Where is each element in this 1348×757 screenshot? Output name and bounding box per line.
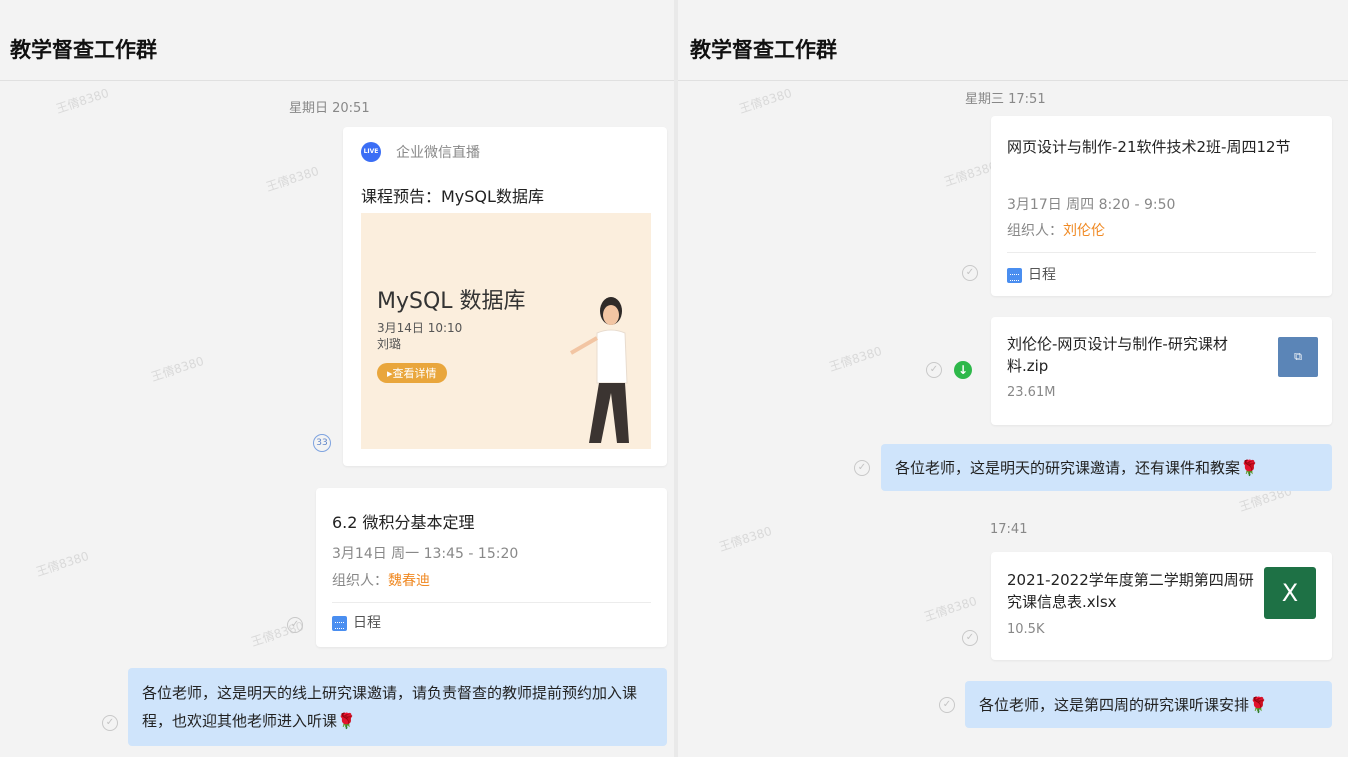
banner-detail-button: ▸查看详情 [377,363,447,383]
watermark: 王倩8380 [264,163,321,195]
chat-panel-left: 教学督查工作群 王倩8380 王倩8380 王倩8380 王倩8380 王倩83… [0,0,674,757]
chat-title: 教学督查工作群 [690,38,837,62]
message-timestamp: 17:41 [990,522,1028,537]
schedule-title: 6.2 微积分基本定理 [332,513,475,532]
read-status-icon: ✓ [102,715,118,731]
organizer-name[interactable]: 刘伦伦 [1063,223,1105,239]
file-card-zip[interactable]: 刘伦伦-网页设计与制作-研究课材料.zip 23.61M ⧉ [991,317,1332,425]
organizer-label: 组织人： [332,573,388,589]
read-status-icon: ✓ [287,617,303,633]
schedule-footer-label: 日程 [1028,267,1056,283]
organizer-label: 组织人： [1007,223,1063,239]
organizer-name[interactable]: 魏春迪 [388,573,430,589]
schedule-footer: 日程 [332,612,381,632]
schedule-card[interactable]: 网页设计与制作-21软件技术2班-周四12节 3月17日 周四 8:20 - 9… [991,116,1332,296]
schedule-time: 3月14日 周一 13:45 - 15:20 [332,546,519,562]
read-status-icon: ✓ [926,362,942,378]
watermark: 王倩8380 [922,593,979,625]
watermark: 王倩8380 [827,343,884,375]
read-status-icon: ✓ [962,265,978,281]
read-status-icon: ✓ [854,460,870,476]
schedule-organizer: 组织人：魏春迪 [332,570,430,590]
zip-file-icon: ⧉ [1278,337,1318,377]
banner-title: MySQL 数据库 [377,289,526,314]
rose-emoji: 🌹 [337,712,356,730]
read-status-icon: ✓ [962,630,978,646]
message-timestamp: 星期三 17:51 [965,92,1046,107]
calendar-icon [332,615,347,631]
schedule-organizer: 组织人：刘伦伦 [1007,220,1105,240]
watermark: 王倩8380 [149,353,206,385]
calendar-icon [1007,267,1022,283]
watermark: 王倩8380 [34,548,91,580]
watermark: 王倩8380 [54,85,111,117]
schedule-footer: 日程 [1007,264,1056,284]
live-broadcast-card[interactable]: LIVE 企业微信直播 课程预告：MySQL数据库 MySQL 数据库 3月14… [343,127,667,466]
file-size: 10.5K [1007,622,1045,637]
live-banner-image: MySQL 数据库 3月14日 10:10 刘璐 ▸查看详情 [361,213,651,449]
excel-file-icon: X [1264,567,1316,619]
live-source-label: 企业微信直播 [396,145,480,161]
file-card-xlsx[interactable]: 2021-2022学年度第二学期第四周研究课信息表.xlsx 10.5K X [991,552,1332,660]
banner-name: 刘璐 [377,337,402,351]
live-icon: LIVE [361,142,381,162]
file-size: 23.61M [1007,385,1056,400]
schedule-title: 网页设计与制作-21软件技术2班-周四12节 [1007,138,1291,156]
watermark: 王倩8380 [737,85,794,117]
schedule-card[interactable]: 6.2 微积分基本定理 3月14日 周一 13:45 - 15:20 组织人：魏… [316,488,667,647]
chat-panel-right: 教学督查工作群 王倩8380 王倩8380 王倩8380 王倩8380 王倩83… [678,0,1348,757]
banner-date: 3月14日 10:10 [377,321,463,335]
person-illustration [570,297,629,443]
message-text: 各位老师，这是明天的线上研究课邀请，请负责督查的教师提前预约加入课程，也欢迎其他… [142,684,638,730]
chat-title: 教学督查工作群 [10,38,157,62]
schedule-footer-label: 日程 [353,615,381,631]
download-icon[interactable]: ↓ [954,361,972,379]
read-status-icon: ✓ [939,697,955,713]
divider [1007,252,1316,253]
divider [332,602,651,603]
message-timestamp: 星期日 20:51 [289,101,370,116]
message-bubble[interactable]: 各位老师，这是第四周的研究课听课安排🌹 [965,681,1332,728]
read-count-badge[interactable]: 33 [313,434,331,452]
schedule-time: 3月17日 周四 8:20 - 9:50 [1007,197,1176,213]
live-card-heading: 课程预告：MySQL数据库 [361,187,544,206]
chat-header: 教学督查工作群 [678,0,1348,81]
message-text: 各位老师，这是第四周的研究课听课安排 [979,696,1250,714]
message-bubble[interactable]: 各位老师，这是明天的线上研究课邀请，请负责督查的教师提前预约加入课程，也欢迎其他… [128,668,667,746]
chat-header: 教学督查工作群 [0,0,674,81]
rose-emoji: 🌹 [1240,459,1259,477]
file-name: 2021-2022学年度第二学期第四周研究课信息表.xlsx [1007,571,1254,611]
message-bubble[interactable]: 各位老师，这是明天的研究课邀请，还有课件和教案🌹 [881,444,1332,491]
file-name: 刘伦伦-网页设计与制作-研究课材料.zip [1007,335,1228,375]
message-text: 各位老师，这是明天的研究课邀请，还有课件和教案 [895,459,1241,477]
watermark: 王倩8380 [717,523,774,555]
rose-emoji: 🌹 [1249,696,1268,714]
